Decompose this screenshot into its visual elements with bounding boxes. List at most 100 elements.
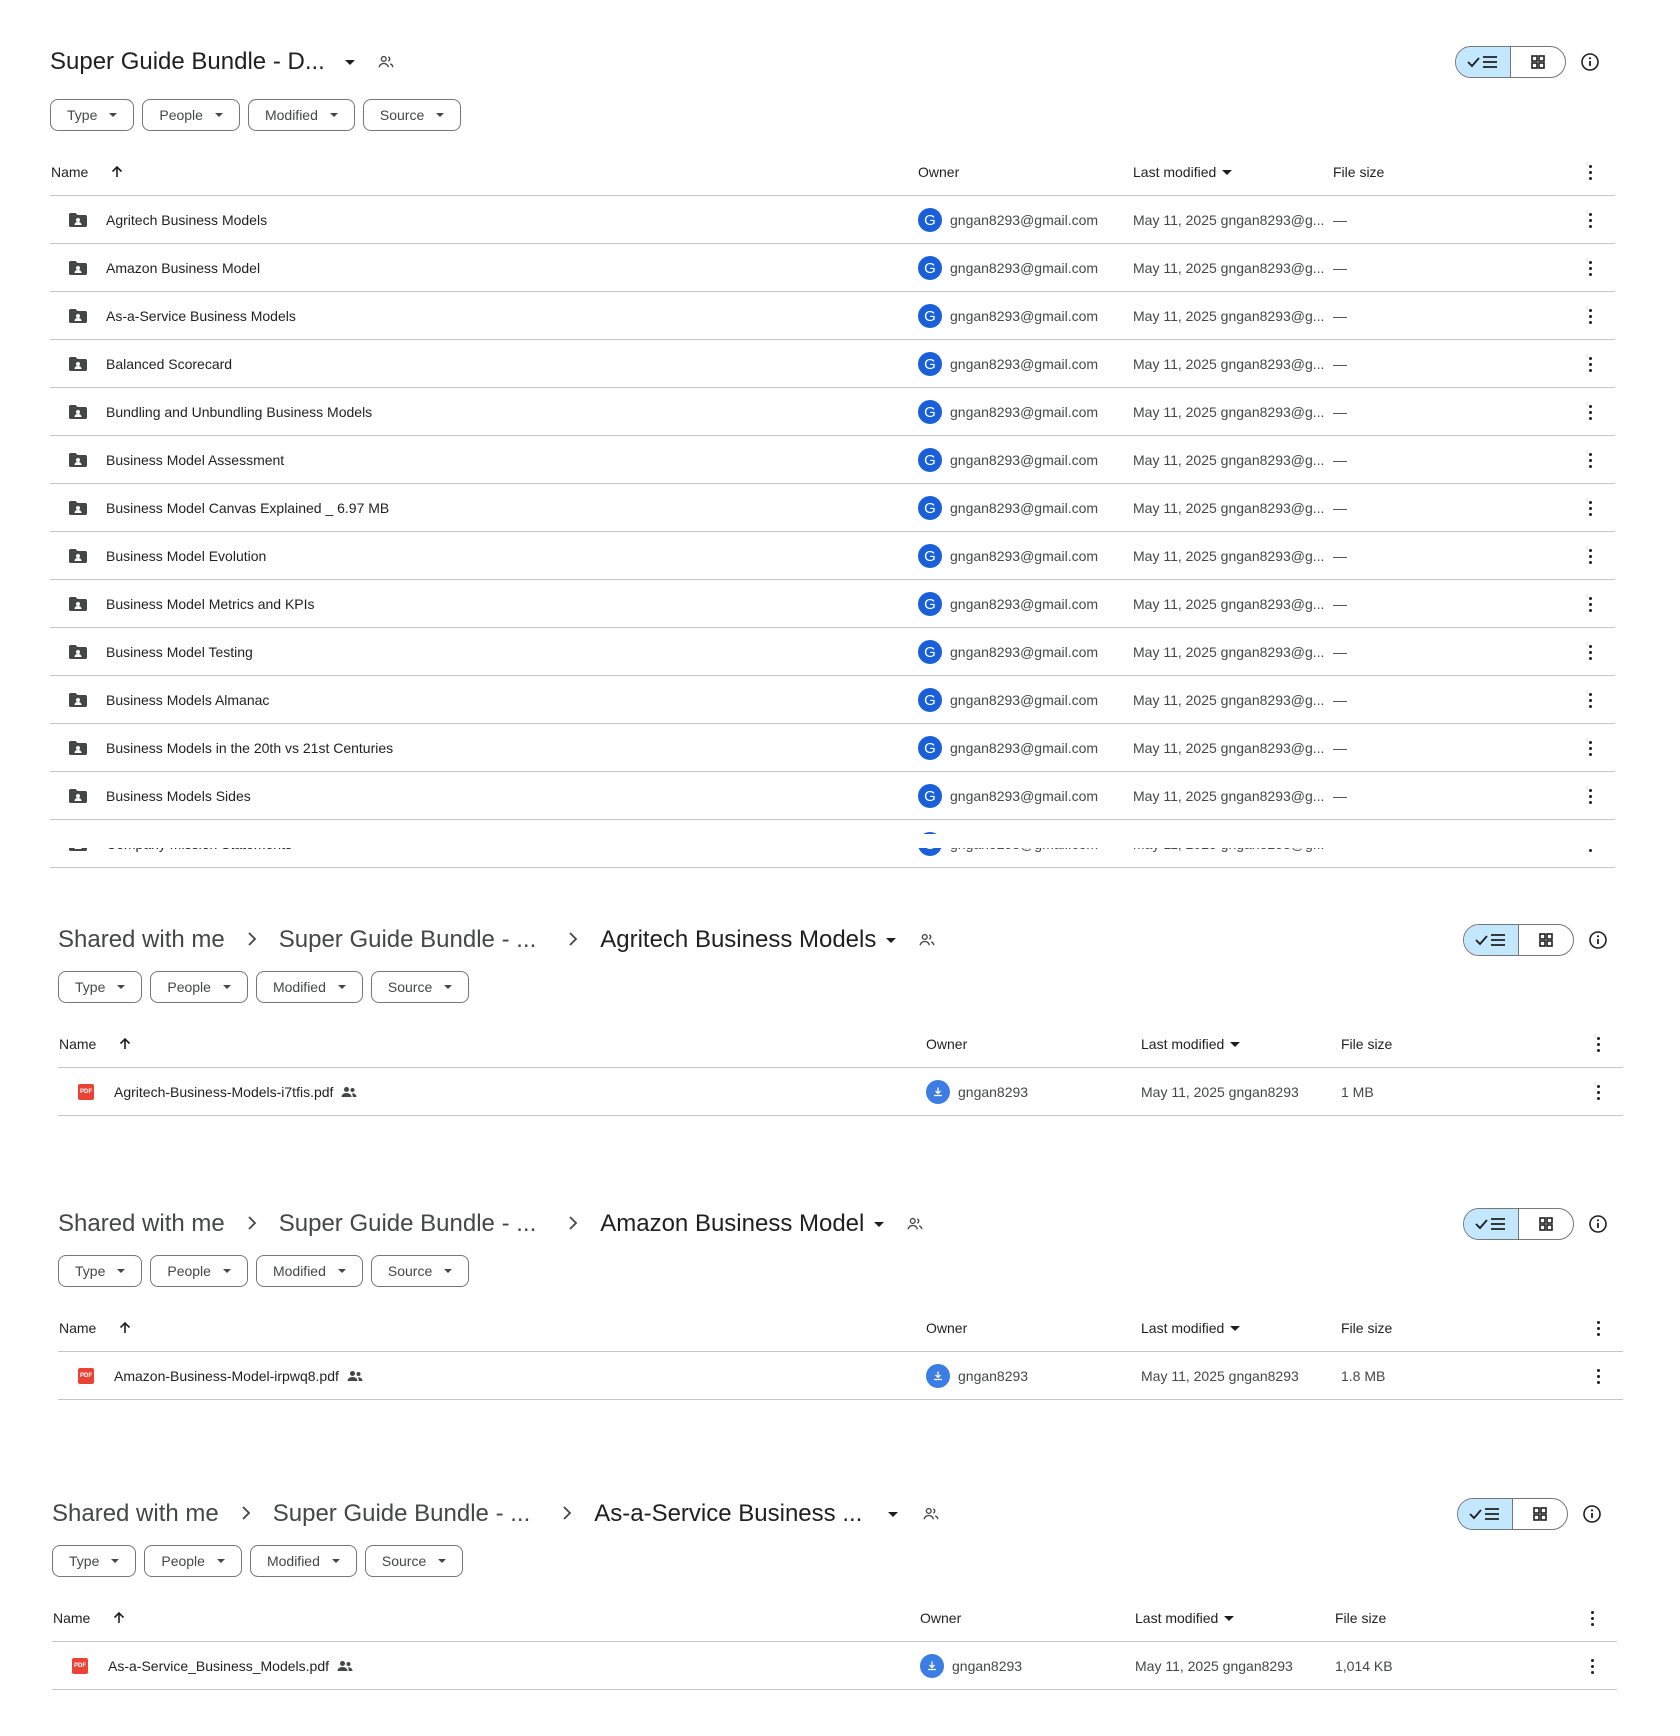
pdf-icon-cell: PDF — [78, 1068, 94, 1116]
breadcrumb-parent-folder[interactable]: Super Guide Bundle - ... — [279, 1210, 536, 1238]
folder-icon-cell — [68, 292, 88, 340]
last-modified-column-header[interactable]: Last modified — [1141, 1304, 1241, 1352]
last-modified-column-header[interactable]: Last modified — [1141, 1020, 1241, 1068]
grid-view-button[interactable] — [1519, 925, 1574, 955]
table-row[interactable]: As-a-Service Business Models Ggngan8293@g… — [50, 292, 1615, 340]
current-folder-button[interactable]: Amazon Business Model — [600, 1210, 885, 1238]
row-more-button[interactable] — [1596, 1352, 1600, 1400]
breadcrumb-current-folder: As-a-Service Business ... — [594, 1500, 863, 1527]
column-label: Name — [51, 164, 89, 180]
info-button[interactable] — [1586, 1212, 1610, 1236]
filter-type-chip[interactable]: Type — [58, 1255, 143, 1287]
folder-title-button[interactable]: Super Guide Bundle - D... — [50, 38, 395, 86]
grid-view-button[interactable] — [1511, 47, 1566, 77]
owner-cell: gngan8293 — [926, 1068, 1028, 1116]
breadcrumb-parent-folder[interactable]: Super Guide Bundle - ... — [273, 1500, 530, 1528]
list-view-button[interactable] — [1458, 1499, 1513, 1529]
row-more-button[interactable] — [1588, 532, 1592, 580]
filter-people-chip[interactable]: People — [144, 1545, 242, 1577]
table-row[interactable]: Business Model Metrics and KPIs Ggngan829… — [50, 580, 1615, 628]
table-row[interactable]: PDF As-a-Service_Business_Models.pdf gngan… — [52, 1642, 1617, 1690]
table-row[interactable]: Business Model Evolution Ggngan8293@gmail… — [50, 532, 1615, 580]
list-view-button[interactable] — [1464, 925, 1519, 955]
column-options-button[interactable] — [1590, 1594, 1594, 1642]
file-size-column-header: File size — [1335, 1610, 1387, 1626]
row-more-button[interactable] — [1590, 1642, 1594, 1690]
breadcrumb-shared-with-me[interactable]: Shared with me — [52, 1500, 219, 1528]
row-more-button[interactable] — [1588, 676, 1592, 724]
table-row[interactable]: Business Models in the 20th vs 21st Cent… — [50, 724, 1615, 772]
row-more-button[interactable] — [1588, 196, 1592, 244]
table-row[interactable]: Business Models Sides Ggngan8293@gmail.co… — [50, 772, 1615, 820]
row-more-button[interactable] — [1596, 1068, 1600, 1116]
list-view-button[interactable] — [1464, 1209, 1519, 1239]
table-row[interactable]: PDF Agritech-Business-Models-i7tfis.pdf gn… — [58, 1068, 1623, 1116]
info-button[interactable] — [1580, 1502, 1604, 1526]
name-column-header[interactable]: Name — [51, 148, 124, 196]
name-column-header[interactable]: Name — [59, 1020, 132, 1068]
filter-source-chip[interactable]: Source — [364, 1545, 464, 1577]
table-row[interactable]: Amazon Business Model Ggngan8293@gmail.co… — [50, 244, 1615, 292]
filter-type-chip[interactable]: Type — [58, 971, 143, 1003]
row-more-button[interactable] — [1588, 340, 1592, 388]
row-more-button[interactable] — [1588, 244, 1592, 292]
filter-modified-chip[interactable]: Modified — [255, 1255, 363, 1287]
row-more-button[interactable] — [1588, 724, 1592, 772]
file-name: Business Model Testing — [106, 644, 253, 660]
file-size: — — [1333, 500, 1347, 516]
table-row[interactable]: Business Model Assessment Ggngan8293@gmai… — [50, 436, 1615, 484]
owner-email: gngan8293@gmail.com — [950, 644, 1099, 660]
column-options-button[interactable] — [1588, 148, 1592, 196]
table-row[interactable]: Business Model Testing Ggngan8293@gmail.c… — [50, 628, 1615, 676]
grid-view-button[interactable] — [1519, 1209, 1574, 1239]
file-table: Name Owner Last modified File size PDF As-a-S… — [52, 1594, 1617, 1690]
avatar: G — [918, 208, 942, 232]
table-row[interactable]: Balanced Scorecard Ggngan8293@gmail.com Ma… — [50, 340, 1615, 388]
current-folder-button[interactable]: Agritech Business Models — [600, 926, 897, 954]
column-options-button[interactable] — [1596, 1304, 1600, 1352]
filter-type-chip[interactable]: Type — [52, 1545, 137, 1577]
filter-source-chip[interactable]: Source — [370, 1255, 470, 1287]
folder-icon-cell — [68, 676, 88, 724]
filter-people-chip[interactable]: People — [150, 1255, 248, 1287]
column-options-button[interactable] — [1596, 1020, 1600, 1068]
table-row[interactable]: Bundling and Unbundling Business Models G… — [50, 388, 1615, 436]
more-vert-icon — [1588, 548, 1592, 564]
breadcrumb-parent-folder[interactable]: Super Guide Bundle - ... — [279, 926, 536, 954]
row-more-button[interactable] — [1588, 436, 1592, 484]
filter-people-chip[interactable]: People — [150, 971, 248, 1003]
filter-type-chip[interactable]: Type — [50, 99, 135, 131]
list-view-button[interactable] — [1456, 47, 1511, 77]
chevron-down-icon — [444, 985, 453, 989]
row-more-button[interactable] — [1588, 388, 1592, 436]
filter-modified-chip[interactable]: Modified — [249, 1545, 357, 1577]
filter-source-chip[interactable]: Source — [362, 99, 462, 131]
more-vert-icon — [1596, 1036, 1600, 1052]
last-modified-column-header[interactable]: Last modified — [1135, 1594, 1235, 1642]
row-more-button[interactable] — [1588, 628, 1592, 676]
filter-people-chip[interactable]: People — [142, 99, 240, 131]
filter-source-chip[interactable]: Source — [370, 971, 470, 1003]
name-column-header[interactable]: Name — [53, 1594, 126, 1642]
current-folder-button[interactable]: As-a-Service Business ... — [594, 1500, 899, 1528]
info-button[interactable] — [1586, 928, 1610, 952]
file-name-cell: As-a-Service_Business_Models.pdf — [108, 1642, 353, 1690]
breadcrumb-shared-with-me[interactable]: Shared with me — [58, 1210, 225, 1238]
name-column-header[interactable]: Name — [59, 1304, 132, 1352]
breadcrumb-shared-with-me[interactable]: Shared with me — [58, 926, 225, 954]
row-more-button[interactable] — [1588, 484, 1592, 532]
info-button[interactable] — [1578, 50, 1602, 74]
table-row[interactable]: PDF Amazon-Business-Model-irpwq8.pdf gngan… — [58, 1352, 1623, 1400]
chevron-right-icon — [568, 1210, 578, 1236]
table-row[interactable]: Business Model Canvas Explained _ 6.97 M… — [50, 484, 1615, 532]
grid-view-button[interactable] — [1513, 1499, 1568, 1529]
row-more-button[interactable] — [1588, 772, 1592, 820]
table-row[interactable]: Business Models Almanac Ggngan8293@gmail.… — [50, 676, 1615, 724]
table-row[interactable]: Agritech Business Models Ggngan8293@gmail… — [50, 196, 1615, 244]
last-modified-column-header[interactable]: Last modified — [1133, 148, 1233, 196]
row-more-button[interactable] — [1588, 580, 1592, 628]
avatar: G — [918, 592, 942, 616]
filter-modified-chip[interactable]: Modified — [255, 971, 363, 1003]
filter-modified-chip[interactable]: Modified — [247, 99, 355, 131]
row-more-button[interactable] — [1588, 292, 1592, 340]
